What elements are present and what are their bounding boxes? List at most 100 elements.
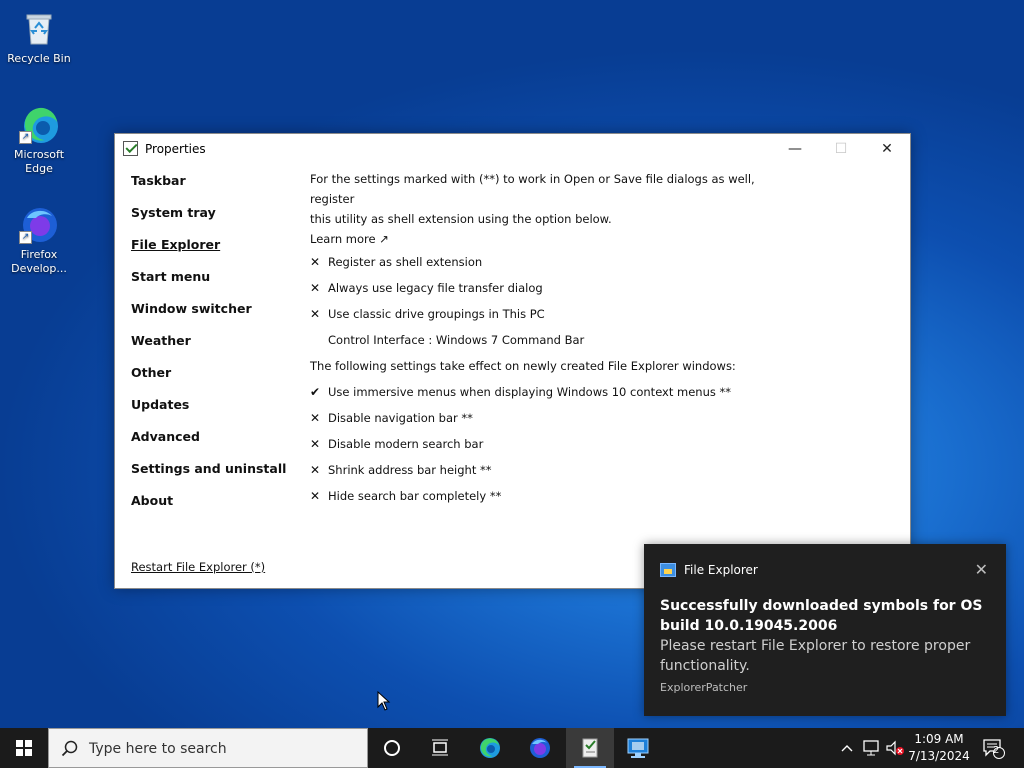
- sidebar-item-start-menu[interactable]: Start menu: [131, 270, 301, 302]
- toast-app-name: File Explorer: [684, 563, 758, 577]
- option-shell-extension[interactable]: ✕ Register as shell extension: [310, 249, 780, 275]
- remote-desktop-icon: [627, 738, 649, 758]
- minimize-button[interactable]: —: [772, 134, 818, 164]
- maximize-button[interactable]: ☐: [818, 134, 864, 164]
- properties-app-icon: [123, 141, 138, 156]
- checkmark-icon: ✔: [310, 385, 321, 399]
- toast-notification[interactable]: File Explorer ✕ Successfully downloaded …: [644, 544, 1006, 716]
- start-button[interactable]: [0, 728, 48, 768]
- properties-window: Properties — ☐ ✕ Taskbar System tray Fil…: [114, 133, 911, 589]
- cortana-button[interactable]: [368, 728, 416, 768]
- settings-content: For the settings marked with (**) to wor…: [310, 169, 780, 509]
- taskbar-remote-desktop[interactable]: [614, 728, 662, 768]
- firefox-developer-icon: ↗: [19, 204, 59, 244]
- network-icon: [863, 740, 879, 756]
- sidebar-item-other[interactable]: Other: [131, 366, 301, 398]
- search-icon: [61, 740, 79, 762]
- sidebar-item-updates[interactable]: Updates: [131, 398, 301, 430]
- settings-sidebar: Taskbar System tray File Explorer Start …: [131, 174, 301, 526]
- option-legacy-transfer-dialog[interactable]: ✕ Always use legacy file transfer dialog: [310, 275, 780, 301]
- title-bar[interactable]: Properties — ☐ ✕: [115, 134, 910, 164]
- edge-icon: [480, 738, 500, 758]
- taskbar-firefox-dev[interactable]: [516, 728, 564, 768]
- volume-muted-icon: [886, 740, 904, 756]
- taskbar-search-box[interactable]: Type here to search: [48, 728, 368, 768]
- sidebar-item-file-explorer[interactable]: File Explorer: [131, 238, 301, 270]
- option-label: Register as shell extension: [328, 255, 483, 269]
- option-label: Shrink address bar height **: [328, 463, 492, 477]
- option-label: Use immersive menus when displaying Wind…: [328, 385, 732, 399]
- volume-tray-button[interactable]: [884, 728, 906, 768]
- desktop-icon-label: Microsoft: [13, 148, 65, 161]
- task-view-button[interactable]: [416, 728, 464, 768]
- option-control-interface[interactable]: Control Interface : Windows 7 Command Ba…: [310, 327, 780, 353]
- shortcut-arrow-icon: ↗: [19, 131, 32, 144]
- clock-date: 7/13/2024: [908, 749, 970, 763]
- option-label: Disable navigation bar **: [328, 411, 473, 425]
- toast-close-button[interactable]: ✕: [975, 560, 988, 579]
- notification-count-badge: 2: [993, 745, 1000, 756]
- taskbar-clock[interactable]: 1:09 AM 7/13/2024: [908, 731, 970, 765]
- option-label: Disable modern search bar: [328, 437, 484, 451]
- unchecked-x-icon: ✕: [310, 411, 321, 425]
- taskbar-edge[interactable]: [466, 728, 514, 768]
- option-label: Always use legacy file transfer dialog: [328, 281, 543, 295]
- taskbar: Type here to search 1:09 AM 7/13/2024 2: [0, 728, 1024, 768]
- toast-source: ExplorerPatcher: [660, 681, 748, 694]
- unchecked-x-icon: ✕: [310, 307, 321, 321]
- close-button[interactable]: ✕: [864, 134, 910, 164]
- restart-file-explorer-link[interactable]: Restart File Explorer (*): [131, 560, 265, 574]
- desktop-icon-recycle-bin[interactable]: Recycle Bin: [4, 8, 74, 66]
- intro-text: For the settings marked with (**) to wor…: [310, 172, 755, 206]
- unchecked-x-icon: ✕: [310, 463, 321, 477]
- task-view-icon: [432, 739, 448, 756]
- action-center-button[interactable]: 2: [978, 728, 1008, 768]
- firefox-developer-icon: [530, 738, 550, 758]
- window-title: Properties: [145, 142, 206, 156]
- cortana-circle-icon: [384, 740, 400, 756]
- desktop-icon-label: Firefox: [20, 248, 58, 261]
- search-placeholder: Type here to search: [89, 741, 227, 757]
- option-shrink-address-bar[interactable]: ✕ Shrink address bar height **: [310, 457, 780, 483]
- file-explorer-icon: [660, 563, 676, 577]
- intro-text: this utility as shell extension using th…: [310, 212, 612, 226]
- sidebar-item-about[interactable]: About: [131, 494, 301, 526]
- unchecked-x-icon: ✕: [310, 255, 321, 269]
- option-disable-navigation-bar[interactable]: ✕ Disable navigation bar **: [310, 405, 780, 431]
- option-immersive-menus[interactable]: ✔ Use immersive menus when displaying Wi…: [310, 379, 780, 405]
- network-tray-button[interactable]: [860, 728, 882, 768]
- sidebar-item-taskbar[interactable]: Taskbar: [131, 174, 301, 206]
- unchecked-x-icon: ✕: [310, 489, 321, 503]
- option-hide-search-bar[interactable]: ✕ Hide search bar completely **: [310, 483, 780, 509]
- option-classic-drive-groupings[interactable]: ✕ Use classic drive groupings in This PC: [310, 301, 780, 327]
- sidebar-item-advanced[interactable]: Advanced: [131, 430, 301, 462]
- toast-headline: Successfully downloaded symbols for OS b…: [660, 598, 983, 634]
- learn-more-link[interactable]: Learn more ↗: [310, 229, 780, 249]
- option-label: Use classic drive groupings in This PC: [328, 307, 545, 321]
- desktop-icon-label: Edge: [25, 162, 53, 175]
- desktop-icon-firefox-dev[interactable]: ↗ Firefox Develop...: [4, 204, 74, 276]
- clock-time: 1:09 AM: [914, 732, 964, 746]
- desktop-icon-label: Develop...: [11, 262, 67, 275]
- taskbar-properties-app[interactable]: [566, 728, 614, 768]
- show-hidden-icons-button[interactable]: [836, 728, 858, 768]
- shortcut-arrow-icon: ↗: [19, 231, 32, 244]
- section-note: The following settings take effect on ne…: [310, 359, 736, 373]
- option-label: Hide search bar completely **: [328, 489, 502, 503]
- sidebar-item-weather[interactable]: Weather: [131, 334, 301, 366]
- option-label: Control Interface : Windows 7 Command Ba…: [328, 333, 585, 347]
- edge-icon: ↗: [19, 104, 59, 144]
- mouse-cursor-icon: [377, 691, 391, 711]
- chevron-up-icon: [841, 745, 853, 752]
- option-disable-modern-search-bar[interactable]: ✕ Disable modern search bar: [310, 431, 780, 457]
- recycle-bin-icon: [19, 8, 59, 48]
- unchecked-x-icon: ✕: [310, 437, 321, 451]
- sidebar-item-settings-uninstall[interactable]: Settings and uninstall: [131, 462, 301, 494]
- unchecked-x-icon: ✕: [310, 281, 321, 295]
- sidebar-item-window-switcher[interactable]: Window switcher: [131, 302, 301, 334]
- desktop-icon-edge[interactable]: ↗ Microsoft Edge: [4, 104, 74, 176]
- sidebar-item-system-tray[interactable]: System tray: [131, 206, 301, 238]
- toast-body: Please restart File Explorer to restore …: [660, 638, 971, 674]
- properties-app-icon: [582, 738, 598, 758]
- windows-logo-icon: [16, 740, 32, 756]
